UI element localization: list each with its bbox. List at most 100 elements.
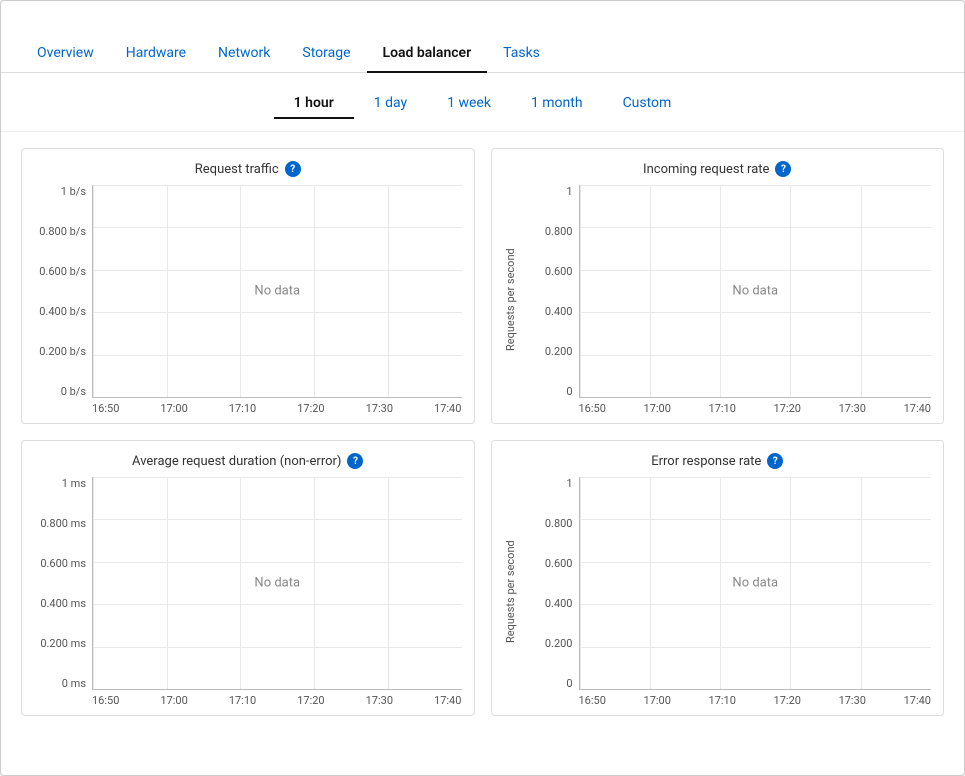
tab-tasks[interactable]: Tasks: [487, 35, 556, 73]
grid-line-h: [93, 227, 462, 228]
x-tick: 17:00: [644, 694, 671, 707]
time-tab-1month[interactable]: 1 month: [511, 89, 603, 119]
help-icon-request-traffic[interactable]: ?: [285, 161, 301, 177]
grid-line-h: [580, 312, 932, 313]
x-tick: 16:50: [579, 402, 606, 415]
help-icon-avg-request-duration[interactable]: ?: [347, 453, 363, 469]
chart-title-request-traffic: Request traffic: [195, 162, 279, 177]
x-tick: 17:20: [297, 694, 324, 707]
chart-title-avg-request-duration: Average request duration (non-error): [132, 454, 341, 469]
tab-load-balancer[interactable]: Load balancer: [367, 35, 488, 73]
time-tab-1week[interactable]: 1 week: [427, 89, 511, 119]
tab-storage[interactable]: Storage: [286, 35, 366, 73]
x-tick: 16:50: [579, 694, 606, 707]
grid-line-h: [93, 185, 462, 186]
grid-line-h: [580, 604, 932, 605]
chart-area-request-traffic: 1 b/s0.800 b/s0.600 b/s0.400 b/s0.200 b/…: [34, 185, 462, 415]
chart-title-row-incoming-request-rate: Incoming request rate?: [504, 161, 932, 177]
chart-area-avg-request-duration: 1 ms0.800 ms0.600 ms0.400 ms0.200 ms0 ms…: [34, 477, 462, 707]
grid-line-h: [580, 270, 932, 271]
grid-line-h: [93, 604, 462, 605]
grid-line-v: [388, 477, 389, 689]
x-tick: 17:30: [366, 694, 393, 707]
x-tick: 17:30: [839, 694, 866, 707]
grid-line-v: [580, 185, 581, 397]
x-tick: 17:20: [297, 402, 324, 415]
grid-line-v: [314, 185, 315, 397]
grid-line-h: [580, 477, 932, 478]
tab-network[interactable]: Network: [202, 35, 286, 73]
grid-line-v: [720, 185, 721, 397]
chart-title-row-avg-request-duration: Average request duration (non-error)?: [34, 453, 462, 469]
chart-canvas-incoming-request-rate: No data: [579, 185, 932, 398]
grid-line-v: [167, 185, 168, 397]
y-tick: 0.800: [545, 517, 573, 530]
x-tick: 17:00: [644, 402, 671, 415]
grid-line-h: [93, 355, 462, 356]
x-tick: 17:10: [229, 402, 256, 415]
x-tick: 17:30: [839, 402, 866, 415]
y-axis-error-response-rate: 10.8000.6000.4000.2000: [521, 477, 579, 690]
y-tick: 1: [566, 477, 572, 490]
chart-title-incoming-request-rate: Incoming request rate: [643, 162, 769, 177]
grid-line-h: [580, 185, 932, 186]
grid-line-v: [861, 185, 862, 397]
grid-line-h: [580, 355, 932, 356]
x-axis-avg-request-duration: 16:5017:0017:1017:2017:3017:40: [92, 690, 462, 707]
x-tick: 17:20: [774, 694, 801, 707]
y-tick: 0.600 ms: [40, 557, 86, 570]
grid-line-h: [93, 477, 462, 478]
modal-header: [1, 1, 964, 25]
y-tick: 0 b/s: [61, 385, 86, 398]
x-tick: 17:20: [774, 402, 801, 415]
y-tick: 0.800 ms: [40, 517, 86, 530]
help-icon-incoming-request-rate[interactable]: ?: [775, 161, 791, 177]
grid-line-h: [580, 647, 932, 648]
time-tab-1hour[interactable]: 1 hour: [274, 89, 354, 119]
x-tick: 17:00: [160, 694, 187, 707]
time-tab-1day[interactable]: 1 day: [354, 89, 427, 119]
y-tick: 1 ms: [62, 477, 86, 490]
chart-card-avg-request-duration: Average request duration (non-error)? 1 m…: [21, 440, 475, 716]
chart-card-incoming-request-rate: Incoming request rate?Requests per secon…: [491, 148, 945, 424]
y-tick: 0 ms: [62, 677, 86, 690]
grid-line-h: [580, 562, 932, 563]
grid-line-h: [93, 270, 462, 271]
x-axis-error-response-rate: 16:5017:0017:1017:2017:3017:40: [579, 690, 932, 707]
x-tick: 17:00: [160, 402, 187, 415]
y-tick: 0.800 b/s: [39, 225, 86, 238]
y-tick: 0.800: [545, 225, 573, 238]
y-tick: 0.600: [545, 557, 573, 570]
no-data-label-error-response-rate: No data: [732, 576, 778, 591]
grid-line-v: [650, 477, 651, 689]
close-button[interactable]: [936, 17, 944, 25]
x-tick: 17:10: [229, 694, 256, 707]
grid-line-v: [790, 477, 791, 689]
grid-line-v: [720, 477, 721, 689]
time-tab-custom[interactable]: Custom: [603, 89, 692, 119]
grid-line-v: [167, 477, 168, 689]
y-tick: 0.600 b/s: [39, 265, 86, 278]
tab-hardware[interactable]: Hardware: [110, 35, 202, 73]
y-tick: 0.200 b/s: [39, 345, 86, 358]
modal: OverviewHardwareNetworkStorageLoad balan…: [0, 0, 965, 776]
chart-card-request-traffic: Request traffic? 1 b/s 0.800 b/s 0.600 b/s 0…: [21, 148, 475, 424]
x-tick: 17:10: [709, 694, 736, 707]
tab-overview[interactable]: Overview: [21, 35, 110, 73]
y-tick: 0: [566, 677, 572, 690]
y-tick: 1 b/s: [61, 185, 86, 198]
y-tick: 0.200: [545, 345, 573, 358]
chart-title-row-request-traffic: Request traffic?: [34, 161, 462, 177]
chart-title-row-error-response-rate: Error response rate?: [504, 453, 932, 469]
chart-title-error-response-rate: Error response rate: [651, 454, 761, 469]
y-tick: 0.400 ms: [40, 597, 86, 610]
grid-line-h: [93, 312, 462, 313]
chart-canvas-avg-request-duration: No data: [92, 477, 462, 690]
x-tick: 16:50: [92, 402, 119, 415]
grid-line-v: [240, 477, 241, 689]
time-nav: 1 hour1 day1 week1 monthCustom: [1, 73, 964, 132]
grid-line-v: [314, 477, 315, 689]
help-icon-error-response-rate[interactable]: ?: [767, 453, 783, 469]
grid-line-h: [93, 519, 462, 520]
no-data-label-avg-request-duration: No data: [254, 576, 300, 591]
